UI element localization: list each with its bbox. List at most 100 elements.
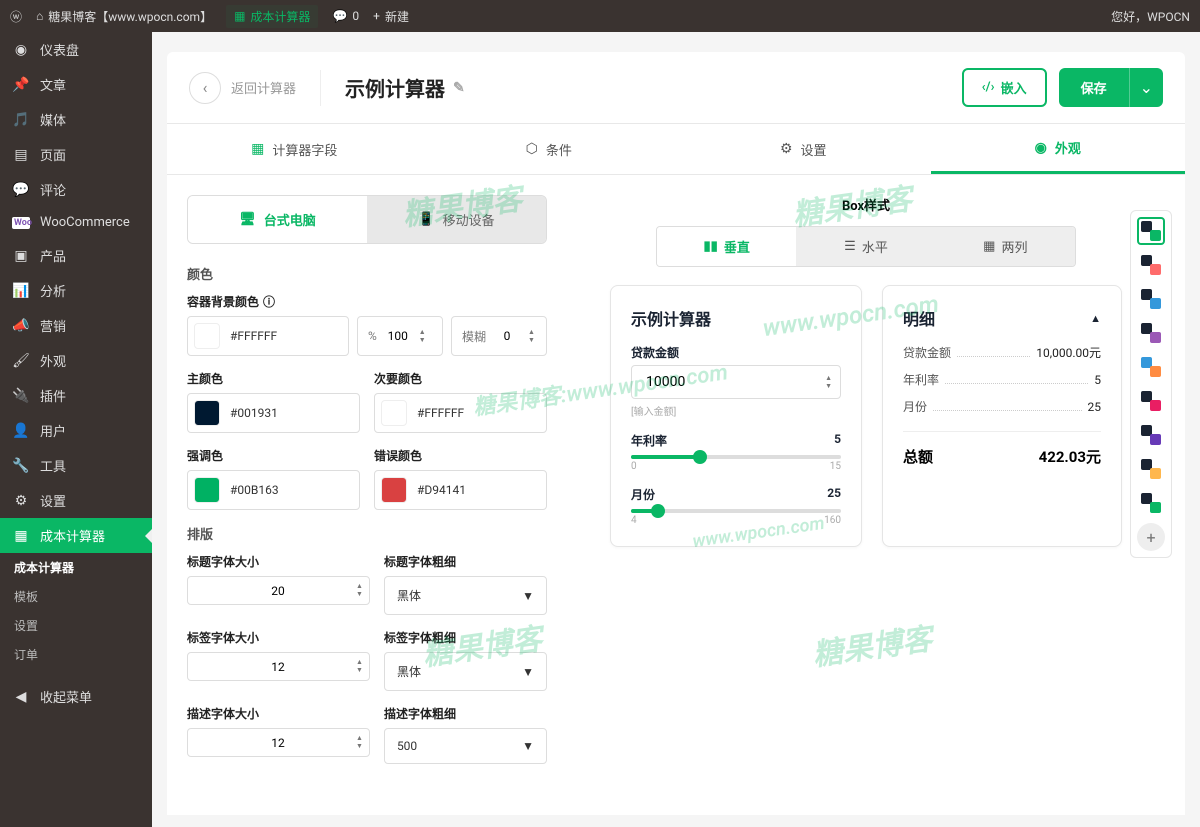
box-style-horizontal[interactable]: ☰ 水平 bbox=[796, 227, 935, 266]
details-title: 明细 bbox=[903, 306, 935, 330]
months-value: 25 bbox=[827, 486, 841, 503]
sidebar-item-tools[interactable]: 🔧工具 bbox=[0, 448, 152, 483]
comments-link[interactable]: 💬 0 bbox=[332, 9, 359, 23]
error-color-input[interactable]: #D94141 bbox=[374, 470, 547, 510]
label-size-input[interactable]: ▲▼ bbox=[187, 652, 370, 681]
theme-option[interactable] bbox=[1137, 319, 1165, 347]
theme-palette: + bbox=[1130, 210, 1172, 558]
embed-button[interactable]: ‹/› 嵌入 bbox=[962, 68, 1047, 107]
device-desktop[interactable]: 🖥 台式电脑 bbox=[188, 196, 367, 243]
theme-option[interactable] bbox=[1137, 251, 1165, 279]
loan-input[interactable]: ▲▼ bbox=[631, 365, 841, 399]
preview-calc-title: 示例计算器 bbox=[631, 306, 841, 330]
months-slider[interactable] bbox=[631, 509, 841, 513]
desc-size-label: 描述字体大小 bbox=[187, 705, 370, 722]
calc-plugin-indicator[interactable]: ▦ 成本计算器 bbox=[226, 5, 318, 28]
error-color-label: 错误颜色 bbox=[374, 447, 547, 464]
typography-section-title: 排版 bbox=[187, 524, 547, 543]
sidebar-item-plugins[interactable]: 🔌插件 bbox=[0, 378, 152, 413]
theme-add-button[interactable]: + bbox=[1137, 523, 1165, 551]
box-style-title: Box样式 bbox=[567, 195, 1165, 214]
box-style-two-col[interactable]: ▦ 两列 bbox=[936, 227, 1075, 266]
accent-color-label: 强调色 bbox=[187, 447, 360, 464]
rate-slider[interactable] bbox=[631, 455, 841, 459]
title-weight-select[interactable]: 黑体▼ bbox=[384, 576, 547, 615]
theme-option[interactable] bbox=[1137, 455, 1165, 483]
box-style-tabs: ▮▮ 垂直 ☰ 水平 ▦ 两列 bbox=[656, 226, 1076, 267]
sidebar-item-calculator[interactable]: ▦成本计算器 bbox=[0, 518, 152, 553]
accent-color-input[interactable]: #00B163 bbox=[187, 470, 360, 510]
sidebar-collapse[interactable]: ◀收起菜单 bbox=[0, 679, 152, 714]
label-weight-label: 标签字体粗细 bbox=[384, 629, 547, 646]
admin-sidebar: ◉仪表盘 📌文章 🎵媒体 ▤页面 💬评论 WooWooCommerce ▣产品 … bbox=[0, 32, 152, 827]
container-bg-blur[interactable]: 模糊 ▲▼ bbox=[451, 316, 547, 356]
tab-fields[interactable]: ▦计算器字段 bbox=[167, 124, 422, 174]
primary-color-label: 主颜色 bbox=[187, 370, 360, 387]
main-tabs: ▦计算器字段 ⬡条件 ⚙设置 ◉外观 bbox=[167, 124, 1185, 175]
tab-settings[interactable]: ⚙设置 bbox=[676, 124, 931, 174]
box-style-vertical[interactable]: ▮▮ 垂直 bbox=[657, 227, 796, 266]
sidebar-item-woocommerce[interactable]: WooWooCommerce bbox=[0, 207, 152, 238]
page-title: 示例计算器✎ bbox=[345, 73, 465, 102]
theme-option[interactable] bbox=[1137, 421, 1165, 449]
device-mobile[interactable]: 📱 移动设备 bbox=[367, 196, 546, 243]
tab-appearance[interactable]: ◉外观 bbox=[931, 124, 1186, 174]
sidebar-sub-orders[interactable]: 订单 bbox=[0, 640, 152, 669]
theme-option[interactable] bbox=[1137, 285, 1165, 313]
admin-topbar: ⓦ ⌂ 糖果博客【www.wpocn.com】 ▦ 成本计算器 💬 0 + 新建… bbox=[0, 0, 1200, 32]
label-size-label: 标签字体大小 bbox=[187, 629, 370, 646]
desc-size-input[interactable]: ▲▼ bbox=[187, 728, 370, 757]
sidebar-item-posts[interactable]: 📌文章 bbox=[0, 67, 152, 102]
theme-option[interactable] bbox=[1137, 353, 1165, 381]
preview-details-card: 明细▲ 贷款金额10,000.00元 年利率5 月份25 总额422.03元 bbox=[882, 285, 1122, 547]
title-size-label: 标题字体大小 bbox=[187, 553, 370, 570]
theme-option[interactable] bbox=[1137, 387, 1165, 415]
collapse-icon[interactable]: ▲ bbox=[1090, 312, 1101, 325]
label-weight-select[interactable]: 黑体▼ bbox=[384, 652, 547, 691]
back-label: 返回计算器 bbox=[231, 78, 296, 97]
sidebar-item-users[interactable]: 👤用户 bbox=[0, 413, 152, 448]
new-content[interactable]: + 新建 bbox=[373, 8, 409, 25]
container-bg-color[interactable]: #FFFFFF bbox=[187, 316, 349, 356]
preview-calculator-card: 示例计算器 贷款金额 ▲▼ [输入金额] 年利率5 015 月份25 41 bbox=[610, 285, 862, 547]
container-bg-label: 容器背景颜色 ⓘ bbox=[187, 293, 547, 310]
title-size-input[interactable]: ▲▼ bbox=[187, 576, 370, 605]
sidebar-item-dashboard[interactable]: ◉仪表盘 bbox=[0, 32, 152, 67]
theme-option[interactable] bbox=[1137, 217, 1165, 245]
primary-color-input[interactable]: #001931 bbox=[187, 393, 360, 433]
edit-title-icon[interactable]: ✎ bbox=[453, 80, 465, 96]
save-button[interactable]: 保存 bbox=[1059, 68, 1129, 107]
sidebar-item-marketing[interactable]: 📣营销 bbox=[0, 308, 152, 343]
device-toggle: 🖥 台式电脑 📱 移动设备 bbox=[187, 195, 547, 244]
back-button[interactable]: ‹ bbox=[189, 72, 221, 104]
secondary-color-input[interactable]: #FFFFFF bbox=[374, 393, 547, 433]
rate-value: 5 bbox=[834, 432, 841, 449]
sidebar-item-pages[interactable]: ▤页面 bbox=[0, 137, 152, 172]
sidebar-sub-templates[interactable]: 模板 bbox=[0, 582, 152, 611]
rate-label: 年利率 bbox=[631, 432, 667, 449]
sidebar-item-appearance[interactable]: 🖌外观 bbox=[0, 343, 152, 378]
months-label: 月份 bbox=[631, 486, 655, 503]
tab-conditions[interactable]: ⬡条件 bbox=[422, 124, 677, 174]
loan-label: 贷款金额 bbox=[631, 344, 841, 361]
desc-weight-select[interactable]: 500▼ bbox=[384, 728, 547, 764]
sidebar-sub-calculator[interactable]: 成本计算器 bbox=[0, 553, 152, 582]
colors-section-title: 颜色 bbox=[187, 264, 547, 283]
loan-hint: [输入金额] bbox=[631, 403, 841, 418]
sidebar-item-media[interactable]: 🎵媒体 bbox=[0, 102, 152, 137]
desc-weight-label: 描述字体粗细 bbox=[384, 705, 547, 722]
user-greeting[interactable]: 您好，WPOCN bbox=[1111, 8, 1190, 25]
sidebar-item-products[interactable]: ▣产品 bbox=[0, 238, 152, 273]
container-bg-opacity[interactable]: % ▲▼ bbox=[357, 316, 443, 356]
sidebar-item-settings[interactable]: ⚙设置 bbox=[0, 483, 152, 518]
page-header: ‹ 返回计算器 示例计算器✎ ‹/› 嵌入 保存 ⌄ bbox=[167, 52, 1185, 124]
sidebar-item-comments[interactable]: 💬评论 bbox=[0, 172, 152, 207]
sidebar-item-analytics[interactable]: 📊分析 bbox=[0, 273, 152, 308]
save-dropdown[interactable]: ⌄ bbox=[1129, 68, 1163, 107]
sidebar-sub-settings[interactable]: 设置 bbox=[0, 611, 152, 640]
theme-option[interactable] bbox=[1137, 489, 1165, 517]
wp-logo[interactable]: ⓦ bbox=[10, 8, 22, 25]
site-home[interactable]: ⌂ 糖果博客【www.wpocn.com】 bbox=[36, 8, 212, 25]
title-weight-label: 标题字体粗细 bbox=[384, 553, 547, 570]
info-icon[interactable]: ⓘ bbox=[263, 293, 275, 310]
